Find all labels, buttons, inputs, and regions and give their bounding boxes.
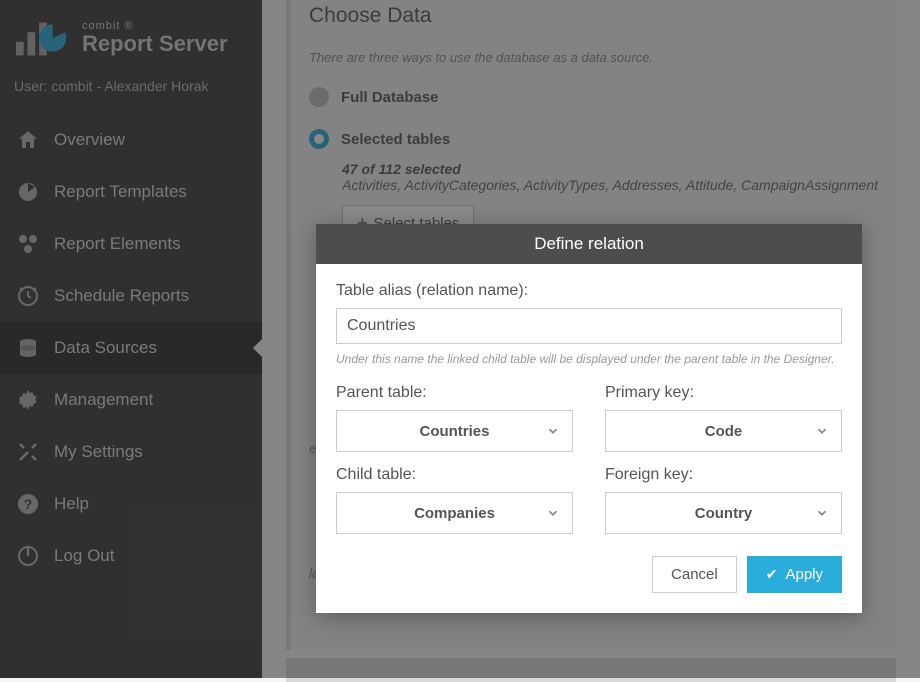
chevron-down-icon [546, 506, 560, 520]
chevron-down-icon [815, 424, 829, 438]
dialog-title: Define relation [316, 224, 862, 264]
alias-input[interactable] [336, 308, 842, 344]
define-relation-dialog: Define relation Table alias (relation na… [316, 224, 862, 613]
primary-key-label: Primary key: [605, 384, 842, 402]
select-value: Country [695, 505, 753, 522]
check-icon: ✔ [766, 566, 778, 583]
select-value: Countries [419, 423, 489, 440]
child-table-select[interactable]: Companies [336, 492, 573, 534]
apply-button[interactable]: ✔ Apply [747, 556, 842, 593]
select-value: Code [705, 423, 743, 440]
parent-table-select[interactable]: Countries [336, 410, 573, 452]
foreign-key-label: Foreign key: [605, 466, 842, 484]
foreign-key-select[interactable]: Country [605, 492, 842, 534]
primary-key-select[interactable]: Code [605, 410, 842, 452]
parent-table-label: Parent table: [336, 384, 573, 402]
select-value: Companies [414, 505, 495, 522]
cancel-button[interactable]: Cancel [652, 556, 737, 593]
chevron-down-icon [815, 506, 829, 520]
alias-label: Table alias (relation name): [336, 282, 842, 300]
apply-label: Apply [785, 566, 823, 583]
alias-hint: Under this name the linked child table w… [336, 352, 842, 366]
chevron-down-icon [546, 424, 560, 438]
child-table-label: Child table: [336, 466, 573, 484]
